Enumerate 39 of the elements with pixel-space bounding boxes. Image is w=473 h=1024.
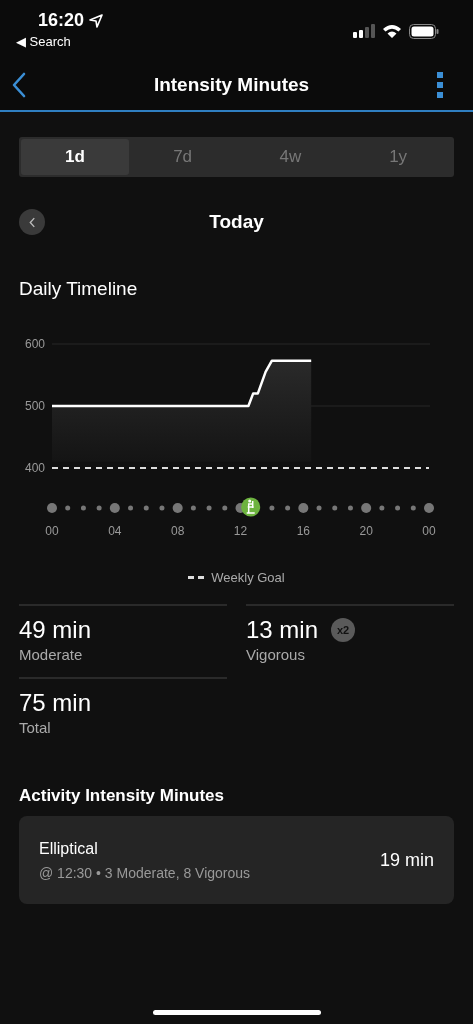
section-title: Activity Intensity Minutes bbox=[19, 786, 225, 806]
activity-detail: @ 12:30 • 3 Moderate, 8 Vigorous bbox=[39, 864, 251, 881]
x-axis-label: 16 bbox=[296, 524, 310, 538]
x-axis-label: 04 bbox=[108, 524, 122, 538]
stat-value: 49 min bbox=[19, 616, 92, 644]
y-axis-label: 500 bbox=[24, 399, 45, 413]
x-axis-label: 00 bbox=[422, 524, 436, 538]
legend-label: Weekly Goal bbox=[211, 570, 285, 585]
stat-label: Total bbox=[19, 719, 52, 736]
date-label: Today bbox=[209, 211, 264, 233]
x-axis-label: 08 bbox=[171, 524, 185, 538]
chevron-left-icon bbox=[28, 216, 36, 228]
stat-value: 75 min bbox=[19, 689, 92, 717]
x-axis-label: 00 bbox=[45, 524, 59, 538]
x-axis-label: 20 bbox=[359, 524, 373, 538]
activity-card[interactable]: Elliptical @ 12:30 • 3 Moderate, 8 Vigorous 19 min bbox=[19, 816, 454, 904]
activity-minutes: 19 min bbox=[379, 849, 434, 871]
y-axis-label: 600 bbox=[24, 337, 45, 351]
period-tab[interactable]: 1d bbox=[21, 139, 129, 175]
back-icon[interactable] bbox=[12, 72, 26, 98]
more-options-icon[interactable] bbox=[437, 72, 443, 98]
elliptical-activity-icon[interactable] bbox=[241, 497, 261, 517]
stat-label: Moderate bbox=[19, 646, 84, 663]
page-title: Intensity Minutes bbox=[153, 74, 310, 96]
status-time: 16:20 bbox=[38, 10, 85, 31]
activity-name: Elliptical bbox=[39, 839, 99, 858]
battery-icon bbox=[409, 23, 439, 39]
y-axis-label: 400 bbox=[24, 461, 45, 475]
dashed-line-icon bbox=[188, 575, 205, 580]
x-axis-label: 12 bbox=[233, 524, 248, 538]
section-title: Daily Timeline bbox=[19, 278, 139, 300]
wifi-icon bbox=[382, 24, 402, 38]
stat-value: 13 min bbox=[246, 616, 319, 644]
previous-day-button[interactable] bbox=[19, 209, 45, 235]
multiplier-badge: x2 bbox=[331, 618, 356, 642]
location-arrow-icon bbox=[89, 13, 104, 28]
stat-label: Vigorous bbox=[246, 646, 306, 663]
signal-icon bbox=[353, 24, 375, 38]
back-to-search-link[interactable]: ◀ Search bbox=[16, 34, 104, 49]
